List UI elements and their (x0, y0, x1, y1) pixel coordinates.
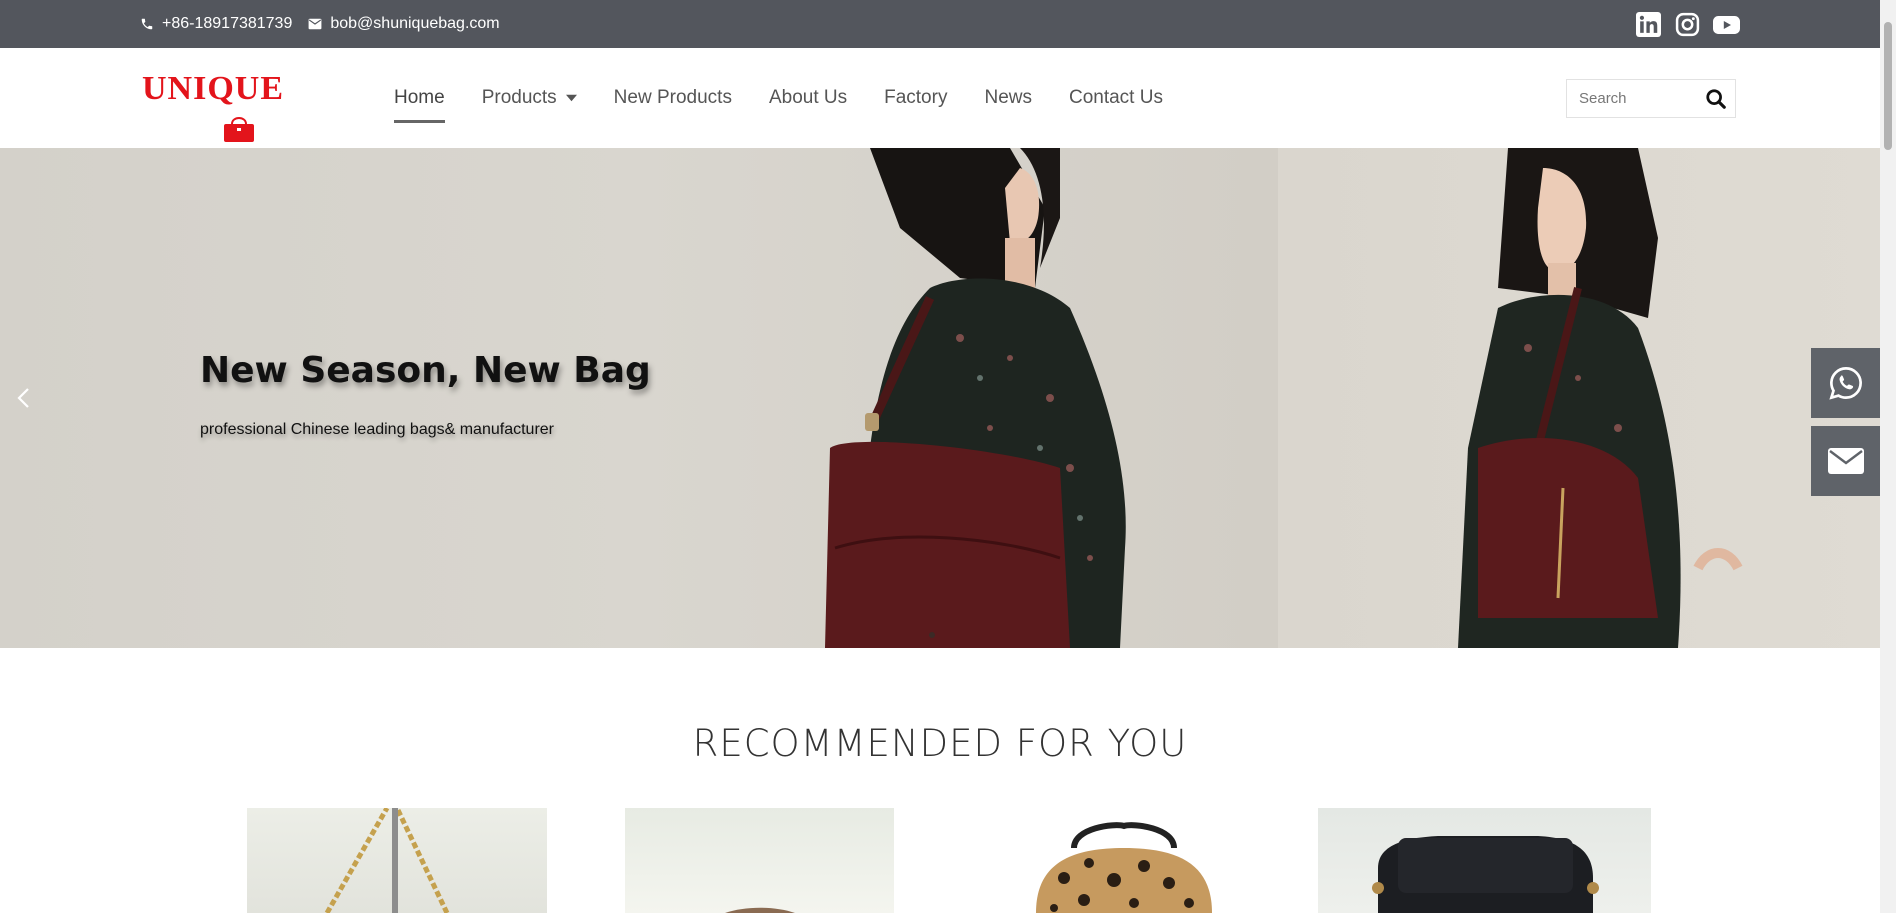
chevron-left-icon[interactable] (12, 386, 36, 410)
nav-new-products[interactable]: New Products (614, 48, 732, 148)
product-image (324, 808, 450, 913)
whatsapp-icon (1829, 367, 1862, 400)
email-contact[interactable]: bob@shuniquebag.com (308, 15, 500, 33)
recommended-title: RECOMMENDED FOR YOU (692, 722, 1188, 765)
product-card[interactable] (625, 808, 894, 913)
nav-products-label[interactable]: Products (482, 87, 557, 109)
linkedin-icon[interactable] (1635, 11, 1662, 38)
nav-about-us[interactable]: About Us (769, 48, 847, 148)
nav-contact-label[interactable]: Contact Us (1069, 87, 1163, 109)
youtube-icon[interactable] (1713, 11, 1740, 38)
main-header: UNIQUE Home Products New Products About … (0, 48, 1880, 148)
site-logo[interactable]: UNIQUE (142, 70, 292, 142)
nav-news[interactable]: News (984, 48, 1032, 148)
hero-title: New Season, New Bag (200, 350, 651, 391)
phone-icon (141, 18, 153, 30)
product-card[interactable] (247, 808, 547, 913)
top-bar: +86-18917381739 bob@shuniquebag.com (0, 0, 1880, 48)
search-icon[interactable] (1705, 88, 1727, 110)
product-card[interactable] (974, 808, 1274, 913)
email-address[interactable]: bob@shuniquebag.com (330, 15, 499, 33)
scrollbar-thumb[interactable] (1884, 22, 1892, 150)
search-input[interactable] (1567, 80, 1697, 117)
email-button[interactable] (1811, 426, 1881, 496)
main-navigation: Home Products New Products About Us Fact… (394, 48, 1200, 148)
hero-model-illustration-2 (1458, 148, 1743, 648)
whatsapp-button[interactable] (1811, 348, 1881, 418)
phone-number[interactable]: +86-18917381739 (162, 15, 292, 33)
hero-image-left (0, 148, 1278, 648)
hero-slider: New Season, New Bag professional Chinese… (0, 148, 1880, 648)
product-image (1036, 822, 1212, 913)
hero-subtitle: professional Chinese leading bags& manuf… (200, 421, 554, 438)
instagram-icon[interactable] (1674, 11, 1701, 38)
contact-info: +86-18917381739 bob@shuniquebag.com (140, 0, 500, 48)
logo-wordmark: UNIQUE (142, 70, 285, 107)
hero-image-right (1278, 148, 1880, 648)
nav-contact-us[interactable]: Contact Us (1069, 48, 1163, 148)
nav-about-label[interactable]: About Us (769, 87, 847, 109)
product-card[interactable] (1318, 808, 1651, 913)
product-image (725, 907, 795, 913)
logo-bag-icon (224, 117, 254, 142)
nav-factory-label[interactable]: Factory (884, 87, 947, 109)
nav-new-products-label[interactable]: New Products (614, 87, 732, 109)
nav-news-label[interactable]: News (984, 87, 1032, 109)
envelope-icon (308, 18, 322, 30)
search-box (1566, 79, 1736, 118)
social-links (1635, 11, 1740, 38)
nav-home-label[interactable]: Home (394, 87, 445, 109)
nav-home[interactable]: Home (394, 48, 445, 148)
caret-down-icon[interactable] (565, 94, 577, 102)
nav-factory[interactable]: Factory (884, 48, 947, 148)
page-scrollbar[interactable] (1880, 0, 1896, 913)
nav-products[interactable]: Products (482, 48, 577, 148)
hero-model-illustration (825, 148, 1126, 648)
product-image (1372, 836, 1599, 913)
email-icon (1828, 448, 1864, 474)
slider-dot[interactable] (929, 632, 935, 638)
phone-contact[interactable]: +86-18917381739 (140, 15, 292, 33)
